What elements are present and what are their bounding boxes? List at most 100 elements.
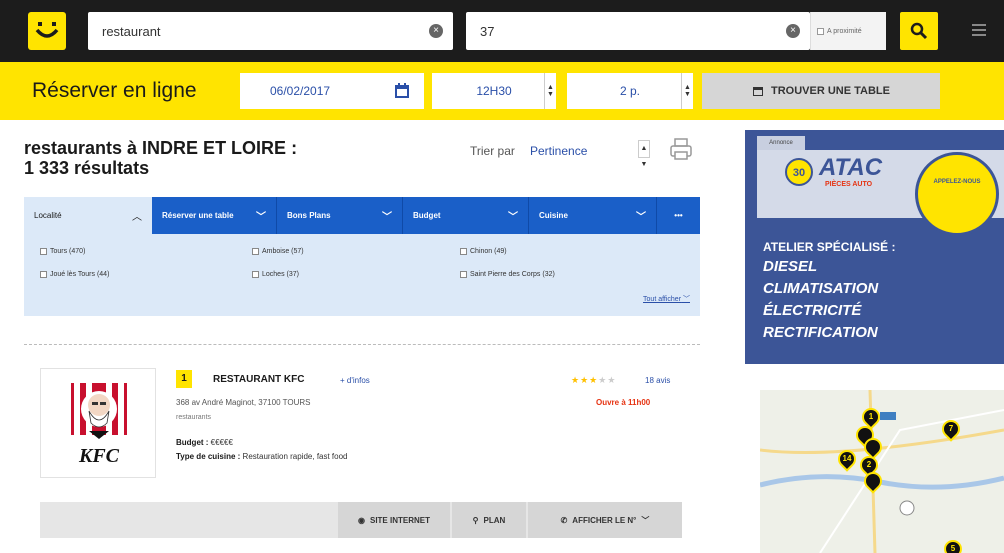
logo-text: KFC	[78, 445, 120, 467]
result-rank: 1	[176, 370, 192, 388]
filter-tab-label: Cuisine	[539, 211, 568, 220]
find-table-label: TROUVER UNE TABLE	[771, 85, 890, 97]
filter-tab-label: Budget	[413, 211, 441, 220]
booking-people-select[interactable]: 2 p. ▲ ▼	[567, 73, 693, 109]
checkbox[interactable]	[252, 271, 259, 278]
hamburger-menu-icon[interactable]	[972, 24, 986, 38]
booking-time-select[interactable]: 12H30 ▲ ▼	[432, 73, 556, 109]
filter-tab-booking[interactable]: Réserver une table ﹀	[152, 197, 277, 234]
checkbox[interactable]	[460, 271, 467, 278]
show-all-link[interactable]: Tout afficher ﹀	[643, 294, 690, 304]
clear-where-icon[interactable]: ×	[786, 24, 800, 38]
booking-date-field[interactable]: 06/02/2017	[240, 73, 424, 109]
results-map[interactable]: 1 14 2 7 5	[760, 390, 1004, 553]
filter-option[interactable]: Saint Pierre des Corps (32)	[460, 271, 555, 278]
chevron-down-icon: ﹀	[508, 212, 518, 223]
advertisement[interactable]: Annonce 30 ATAC PIÈCES AUTO APPELEZ-NOUS…	[745, 130, 1004, 364]
restaurant-category: restaurants	[176, 414, 212, 421]
cuisine-value: Restauration rapide, fast food	[242, 452, 348, 461]
booking-title: Réserver en ligne	[32, 79, 197, 102]
filter-tab-label: Bons Plans	[287, 211, 331, 220]
filter-option[interactable]: Amboise (57)	[252, 248, 304, 255]
filter-option-label: Joué lès Tours (44)	[50, 271, 110, 278]
filter-tab-label: Localité	[34, 211, 62, 220]
calendar-small-icon	[753, 87, 764, 96]
website-button[interactable]: ◉ SITE INTERNET	[338, 502, 450, 538]
filter-option-label: Chinon (49)	[470, 248, 507, 255]
filter-tab-more[interactable]: •••	[657, 197, 700, 234]
filter-option-label: Saint Pierre des Corps (32)	[470, 271, 555, 278]
cuisine-label: Type de cuisine :	[176, 452, 241, 461]
budget-value: €€€€€	[210, 438, 233, 447]
proximity-label: A proximité	[827, 27, 862, 35]
time-dropdown-arrow-icon[interactable]: ▲ ▼	[544, 73, 556, 109]
svg-text:30: 30	[793, 167, 805, 179]
filter-option[interactable]: Chinon (49)	[460, 248, 507, 255]
map-button[interactable]: ⚲ PLAN	[452, 502, 526, 538]
proximity-checkbox-box[interactable]	[817, 27, 824, 35]
pagesjaunes-logo[interactable]	[28, 12, 66, 50]
show-all-label: Tout afficher	[643, 296, 682, 303]
ad-line: RECTIFICATION	[763, 324, 878, 341]
what-search-field[interactable]: restaurant ×	[88, 12, 453, 50]
sort-label: Trier par	[470, 144, 515, 158]
map-background	[760, 390, 1004, 553]
chevron-down-icon: ﹀	[683, 296, 690, 303]
star-empty-icon: ★	[607, 375, 617, 385]
chevron-down-icon: ﹀	[382, 212, 392, 223]
star-filled-icon: ★	[589, 375, 599, 385]
filter-option[interactable]: Joué lès Tours (44)	[40, 271, 109, 278]
restaurant-logo[interactable]: KFC	[40, 368, 156, 478]
filter-option-label: Amboise (57)	[262, 248, 304, 255]
map-pin-number: 14	[842, 454, 852, 463]
map-pin-number: 5	[950, 544, 956, 553]
filter-option[interactable]: Tours (470)	[40, 248, 85, 255]
calendar-icon[interactable]	[394, 82, 410, 99]
where-search-field[interactable]: 37 ×	[466, 12, 810, 50]
map-pin-icon: ⚲	[472, 515, 479, 525]
checkbox[interactable]	[460, 248, 467, 255]
restaurant-cuisine: Type de cuisine : Restauration rapide, f…	[176, 452, 348, 461]
where-search-value: 37	[480, 23, 495, 39]
checkbox[interactable]	[40, 271, 47, 278]
filter-tab-budget[interactable]: Budget ﹀	[403, 197, 529, 234]
checkbox[interactable]	[40, 248, 47, 255]
chevron-up-icon: ︿	[132, 212, 142, 223]
filter-tab-label: Réserver une table	[162, 211, 234, 220]
results-count: 1 333 résultats	[24, 158, 150, 178]
chevron-down-icon: ﹀	[641, 515, 650, 525]
filter-option[interactable]: Loches (37)	[252, 271, 299, 278]
restaurant-name-link[interactable]: RESTAURANT KFC	[213, 374, 304, 385]
ad-brand-sub: PIÈCES AUTO	[825, 181, 873, 188]
search-button[interactable]	[900, 12, 938, 50]
people-dropdown-arrow-icon[interactable]: ▲ ▼	[681, 73, 693, 109]
smile-logo-icon	[35, 22, 59, 38]
ad-line: DIESEL	[763, 258, 818, 275]
filter-tab-cuisine[interactable]: Cuisine ﹀	[529, 197, 657, 234]
chevron-down-icon: ﹀	[256, 212, 266, 223]
ad-line: CLIMATISATION	[763, 280, 879, 297]
phone-icon: ✆	[560, 515, 568, 525]
clear-what-icon[interactable]: ×	[429, 24, 443, 38]
filter-tab-deals[interactable]: Bons Plans ﹀	[277, 197, 403, 234]
website-label: SITE INTERNET	[369, 515, 430, 525]
more-info-link[interactable]: + d'infos	[340, 376, 370, 385]
reviews-link[interactable]: 18 avis	[645, 376, 670, 385]
sort-select[interactable]: Pertinence	[530, 144, 587, 158]
results-title-line1: restaurants à INDRE ET LOIRE :	[24, 138, 298, 158]
what-search-value: restaurant	[102, 23, 161, 39]
find-table-button[interactable]: TROUVER UNE TABLE	[702, 73, 940, 109]
checkbox[interactable]	[252, 248, 259, 255]
more-icon: •••	[674, 211, 683, 220]
proximity-checkbox[interactable]: A proximité	[810, 12, 886, 50]
show-phone-button[interactable]: ✆ AFFICHER LE N° ﹀	[528, 502, 682, 538]
result-actions-bar: ◉ SITE INTERNET ⚲ PLAN ✆ AFFICHER LE N° …	[40, 502, 682, 538]
filter-option-label: Loches (37)	[262, 271, 299, 278]
locality-filter-panel: Tours (470) Amboise (57) Chinon (49) Jou…	[24, 234, 700, 316]
filter-tabs: Localité ︿ Réserver une table ﹀ Bons Pla…	[24, 197, 700, 234]
print-icon[interactable]	[668, 136, 694, 162]
filter-tab-locality[interactable]: Localité ︿	[24, 197, 152, 234]
filter-option-label: Tours (470)	[50, 248, 86, 255]
sort-dropdown-arrow-icon[interactable]: ▲ ▼	[638, 140, 650, 168]
ad-line: ÉLECTRICITÉ	[763, 302, 862, 319]
